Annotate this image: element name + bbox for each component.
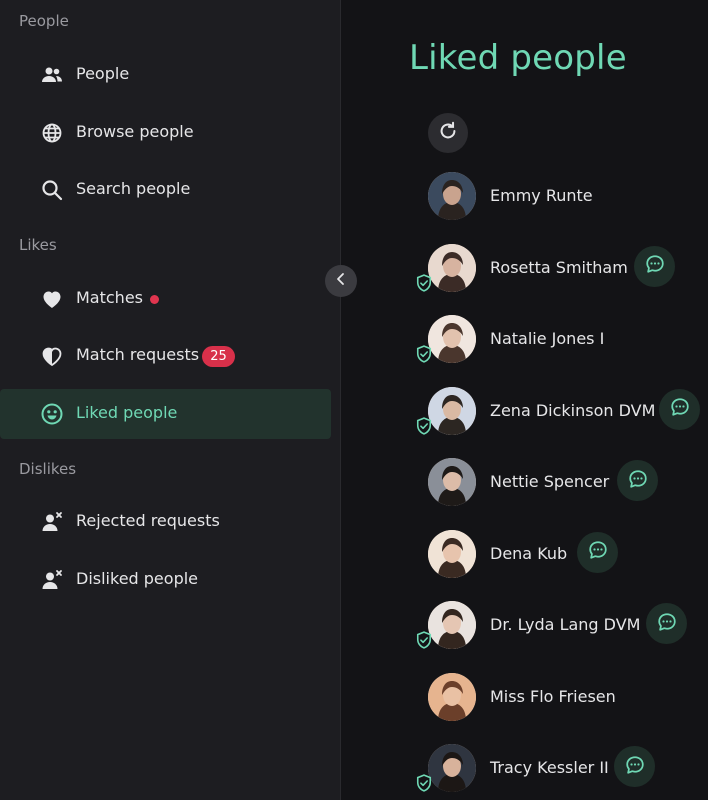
chat-bubble-icon [627,468,649,494]
chat-button[interactable] [659,388,700,430]
verified-shield-icon [414,773,434,793]
avatar[interactable] [428,744,476,792]
globe-people-icon [40,121,64,145]
person-name[interactable]: Emmy Runte [490,186,593,205]
chat-button[interactable] [617,460,658,501]
people-icon [40,63,64,87]
avatar[interactable] [428,529,476,578]
list-item[interactable]: Natalie Jones I [0,309,708,369]
avatar[interactable] [428,172,476,220]
person-name[interactable]: Rosetta Smitham [490,258,628,277]
verified-shield-icon [414,344,434,364]
avatar[interactable] [428,458,476,506]
chat-button[interactable] [634,245,675,287]
sidebar-item-browse-people[interactable]: Browse people [0,108,331,158]
chat-bubble-icon [587,539,609,565]
chat-bubble-icon [644,253,666,279]
chat-button[interactable] [577,531,618,573]
person-name[interactable]: Zena Dickinson DVM [490,401,655,420]
avatar[interactable] [428,672,476,721]
section-title-people: People [19,12,69,30]
verified-shield-icon [414,630,434,650]
chat-button[interactable] [646,603,687,644]
avatar[interactable] [428,601,476,649]
page-title: Liked people [409,38,627,78]
refresh-button[interactable] [428,113,468,153]
refresh-icon [437,120,459,146]
avatar[interactable] [428,315,476,363]
list-item[interactable]: Nettie Spencer [0,452,708,512]
chat-button[interactable] [614,746,655,787]
chat-bubble-icon [669,396,691,422]
person-name[interactable]: Natalie Jones I [490,329,604,348]
list-item[interactable]: Miss Flo Friesen [0,667,708,727]
chat-bubble-icon [656,611,678,637]
avatar[interactable] [428,386,476,435]
person-name[interactable]: Miss Flo Friesen [490,687,616,706]
list-item[interactable]: Emmy Runte [0,166,708,226]
person-name[interactable]: Dr. Lyda Lang DVM [490,615,640,634]
chat-bubble-icon [624,754,646,780]
list-item[interactable]: Rosetta Smitham [0,238,708,298]
person-name[interactable]: Dena Kub [490,544,567,563]
person-name[interactable]: Tracy Kessler II [490,758,609,777]
list-item[interactable]: Dr. Lyda Lang DVM [0,595,708,655]
person-name[interactable]: Nettie Spencer [490,472,609,491]
list-item[interactable]: Tracy Kessler II [0,738,708,798]
sidebar-item-people[interactable]: People [0,50,331,100]
sidebar-item-label: People [76,64,130,83]
list-item[interactable]: Dena Kub [0,524,708,584]
avatar[interactable] [428,243,476,292]
verified-shield-icon [414,416,434,436]
verified-shield-icon [414,273,434,293]
list-item[interactable]: Zena Dickinson DVM [0,381,708,441]
sidebar-item-label: Browse people [76,122,194,141]
